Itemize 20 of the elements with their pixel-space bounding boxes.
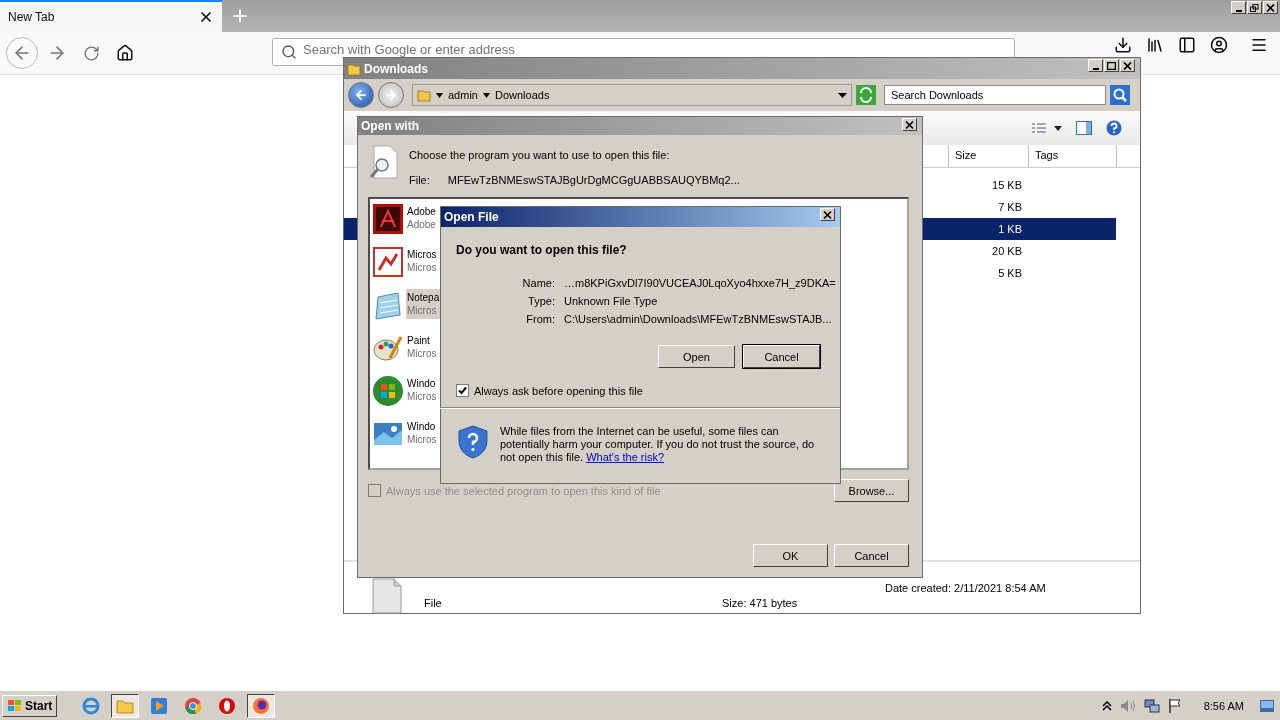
field-value: Unknown File Type — [564, 295, 659, 307]
field-label: From: — [525, 313, 555, 325]
dialog-title: Open with — [361, 119, 419, 133]
file-label: File: — [409, 174, 430, 186]
file-name: MFEwTzBNMEswSTAJBgUrDgMCGgUABBSAUQYBMq2... — [447, 174, 740, 186]
file-type: File — [424, 597, 443, 609]
checkbox-label: Always ask before opening this file — [474, 384, 643, 397]
prompt-text: Choose the program you want to use to open this file: — [409, 149, 671, 161]
dialog-title: Open File — [444, 210, 499, 224]
field-value: …m8KPiGxvDl7I90VUCEAJ0LqoXyo4hxxe7H_z9DKA= — [564, 277, 836, 289]
file-size: Size: 471 bytes — [722, 597, 799, 609]
warning-text: While files from the Internet can be useful, some files can potentially harm your computer. If you do not trust the source, do not open this file. What's the risk? — [499, 425, 816, 464]
dialog-question: Do you want to open this file? — [456, 243, 628, 257]
checkbox-label: Always use the selected program to open this kind of file — [386, 484, 661, 497]
clock: 8:56 AM — [1203, 699, 1244, 712]
date-created: Date created: 2/11/2021 8:54 AM — [885, 581, 1047, 594]
field-label: Name: — [521, 277, 555, 289]
field-value: C:\Users\admin\Downloads\MFEwTzBNMEswSTAJB... — [564, 313, 833, 325]
field-label: Type: — [527, 295, 555, 307]
tab-title: New Tab — [8, 10, 55, 24]
